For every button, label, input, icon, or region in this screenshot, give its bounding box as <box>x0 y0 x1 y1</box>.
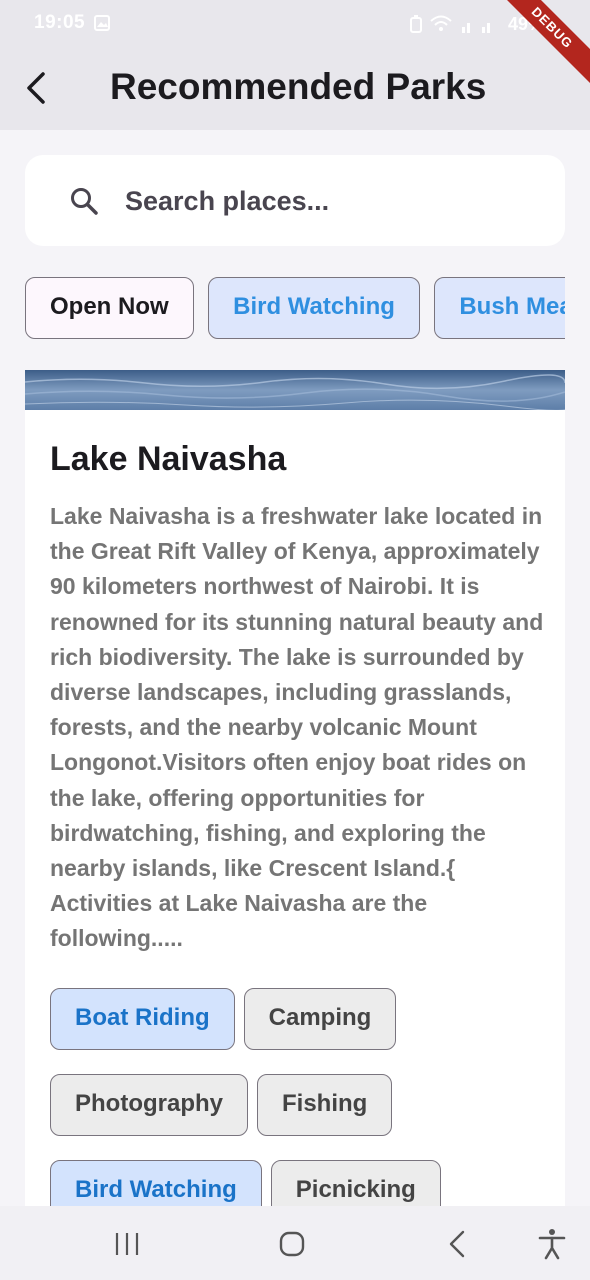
system-nav-bar <box>0 1206 590 1280</box>
battery-saver-icon <box>409 15 422 33</box>
accessibility-icon[interactable] <box>534 1226 570 1262</box>
page-title: Recommended Parks <box>110 66 487 107</box>
filter-chip-open-now[interactable]: Open Now <box>25 277 194 339</box>
search-box[interactable] <box>25 155 565 246</box>
activity-row: Bird Watching Picnicking <box>50 1160 560 1206</box>
home-icon[interactable] <box>274 1226 310 1262</box>
activity-chip-camping[interactable]: Camping <box>243 988 397 1050</box>
search-icon <box>71 188 98 215</box>
status-time: 19:05 <box>34 12 86 33</box>
park-card[interactable]: Lake Naivasha Lake Naivasha is a freshwa… <box>25 370 565 1206</box>
wifi-icon <box>430 15 452 31</box>
top-area: 19:05 49% DEBUG Recommended Parks <box>0 0 590 130</box>
gallery-notification-icon <box>94 15 110 31</box>
signal-icon <box>461 23 490 33</box>
back-nav-icon[interactable] <box>440 1226 476 1262</box>
app-bar: Recommended Parks <box>0 50 590 130</box>
recents-icon[interactable] <box>109 1226 145 1262</box>
activity-chip-boat-riding[interactable]: Boat Riding <box>50 988 235 1050</box>
park-description: Lake Naivasha is a freshwater lake locat… <box>50 503 544 952</box>
activity-chips: Boat Riding Camping Photography Fishing Bi… <box>50 988 560 1206</box>
activity-chip-bird-watching[interactable]: Bird Watching <box>50 1160 262 1206</box>
filter-chip-bush-meal[interactable]: Bush Meal <box>434 277 565 339</box>
park-name: Lake Naivasha <box>50 440 287 478</box>
back-arrow-icon <box>27 72 45 104</box>
park-image <box>25 370 565 410</box>
activity-chip-photography[interactable]: Photography <box>50 1074 248 1136</box>
filter-chip-bird-watching[interactable]: Bird Watching <box>208 277 420 339</box>
activity-row: Photography Fishing <box>50 1074 560 1160</box>
back-button[interactable] <box>14 66 58 110</box>
activity-row: Boat Riding Camping <box>50 988 560 1074</box>
filter-chip-row[interactable]: Open Now Bird Watching Bush Meal <box>25 277 565 341</box>
status-bar: 19:05 49% DEBUG <box>0 0 590 86</box>
activity-chip-picnicking[interactable]: Picnicking <box>270 1160 441 1206</box>
search-input[interactable] <box>123 177 547 225</box>
activity-chip-fishing[interactable]: Fishing <box>257 1074 393 1136</box>
